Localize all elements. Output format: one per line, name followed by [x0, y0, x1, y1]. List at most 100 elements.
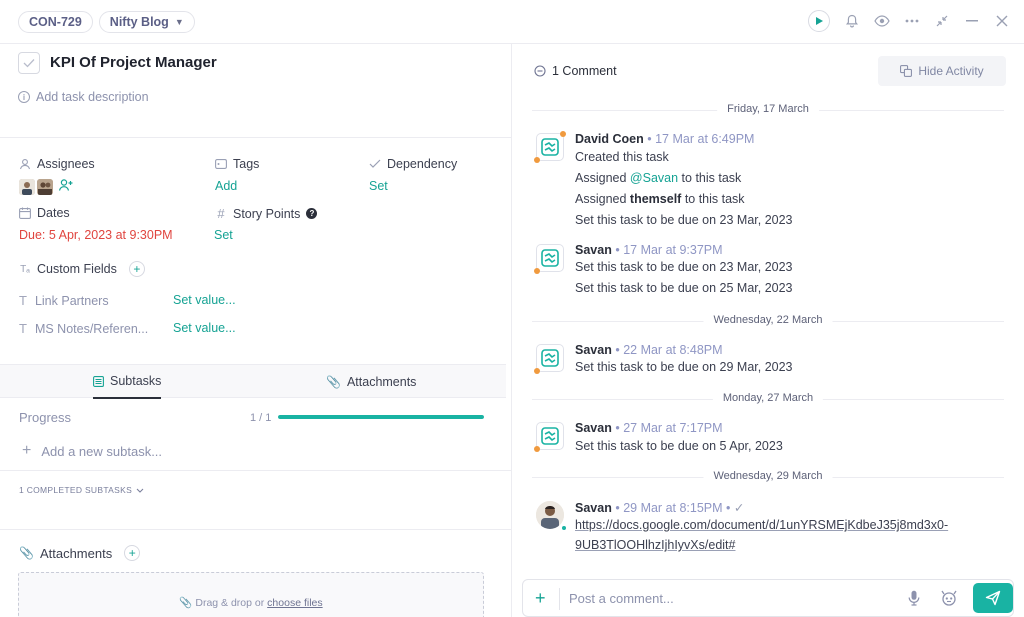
play-timer-button[interactable]	[808, 10, 830, 32]
date-separator: Friday, 17 March	[532, 103, 1004, 117]
completed-subtasks-toggle[interactable]: 1 COMPLETED SUBTASKS	[19, 485, 144, 495]
set-story-points-button[interactable]: Set	[214, 228, 233, 242]
progress-bar	[278, 415, 484, 419]
nifty-logo-icon	[541, 249, 559, 267]
task-title[interactable]: KPI Of Project Manager	[50, 54, 217, 71]
nifty-bot-avatar	[534, 422, 564, 452]
paperclip-icon: 📎	[179, 597, 193, 609]
tags-label: Tags	[215, 157, 259, 171]
add-tag-button[interactable]: Add	[215, 179, 237, 193]
mention-link[interactable]: @Savan	[630, 171, 678, 185]
activity-line: Created this task	[575, 150, 669, 164]
text-type-icon: T	[19, 321, 27, 336]
bell-icon[interactable]	[844, 13, 860, 29]
chevron-down-icon	[136, 488, 144, 493]
activity-line: Set this task to be due on 5 Apr, 2023	[575, 439, 783, 453]
add-attachment-plus-icon[interactable]: +	[535, 588, 546, 608]
activity-line: Set this task to be due on 23 Mar, 2023	[575, 260, 793, 274]
detail-tabs: Subtasks 📎 Attachments	[0, 364, 506, 399]
attachment-dropzone[interactable]: 📎 Drag & drop or choose files	[18, 572, 484, 617]
task-complete-checkbox[interactable]	[18, 52, 40, 74]
assignees-label: Assignees	[19, 157, 95, 171]
story-points-label: # Story Points ?	[215, 206, 318, 221]
chevron-down-icon: ▼	[174, 16, 184, 27]
comment-header: Savan • 29 Mar at 8:15PM • ✓	[575, 501, 745, 515]
avatar[interactable]	[536, 501, 564, 529]
dependency-label: Dependency	[369, 157, 457, 171]
comment-link[interactable]: https://docs.google.com/document/d/1unYR…	[575, 518, 948, 532]
progress-count: 1 / 1	[250, 412, 272, 424]
choose-files-link[interactable]: choose files	[267, 597, 322, 609]
custom-fields-label: Tₐ Custom Fields +	[19, 261, 145, 277]
send-button[interactable]	[973, 583, 1013, 613]
hide-activity-button[interactable]: Hide Activity	[878, 56, 1006, 86]
top-bar: CON-729 Nifty Blog ▼	[0, 0, 1024, 44]
add-custom-field-button[interactable]: +	[128, 261, 145, 277]
activity-header: Savan • 22 Mar at 8:48PM	[575, 343, 723, 357]
read-check-icon: ✓	[733, 501, 745, 515]
more-options-icon[interactable]	[904, 13, 920, 29]
microphone-icon[interactable]	[908, 590, 920, 609]
attachments-section-title: 📎 Attachments +	[19, 545, 141, 561]
text-type-icon: T	[19, 293, 27, 308]
nifty-bot-avatar	[534, 244, 564, 274]
eye-icon[interactable]	[874, 13, 890, 29]
add-description-button[interactable]: i Add task description	[18, 90, 149, 104]
custom-field-ms-notes: T MS Notes/Referen...	[19, 321, 149, 336]
add-subtask-input[interactable]: + Add a new subtask...	[22, 442, 162, 460]
calendar-icon	[19, 207, 31, 219]
activity-line: Set this task to be due on 23 Mar, 2023	[575, 213, 793, 227]
help-icon[interactable]: ?	[306, 208, 318, 219]
tag-icon	[215, 159, 227, 169]
comment-composer: + Post a comment...	[522, 579, 1014, 617]
collapse-icon[interactable]	[934, 13, 950, 29]
nifty-bot-avatar	[534, 131, 566, 163]
minimize-icon[interactable]	[964, 13, 980, 29]
divider	[0, 470, 511, 471]
date-separator: Wednesday, 29 March	[532, 470, 1004, 484]
due-date[interactable]: Due: 5 Apr, 2023 at 9:30PM	[19, 228, 173, 242]
activity-header: Savan • 17 Mar at 9:37PM	[575, 243, 723, 257]
add-assignee-icon[interactable]	[58, 178, 74, 195]
activity-line: Set this task to be due on 29 Mar, 2023	[575, 360, 793, 374]
close-icon[interactable]	[994, 13, 1010, 29]
comment-input[interactable]: Post a comment...	[569, 591, 674, 606]
user-icon	[19, 159, 31, 170]
info-icon: i	[18, 91, 30, 103]
assignee-avatars[interactable]	[19, 178, 74, 195]
divider	[0, 137, 511, 138]
comment-link[interactable]: 9UB3TlOOHlhzIjhIyvXs/edit#	[575, 538, 735, 552]
divider	[0, 529, 511, 530]
activity-panel: 1 Comment Hide Activity Friday, 17 March…	[512, 44, 1024, 617]
task-id-badge[interactable]: CON-729	[18, 10, 93, 33]
bot-icon[interactable]	[940, 589, 958, 610]
tab-attachments[interactable]: 📎 Attachments	[326, 365, 416, 399]
dates-label: Dates	[19, 206, 70, 220]
custom-field-link-partners: T Link Partners	[19, 293, 109, 308]
comment-icon	[534, 65, 546, 77]
hash-icon: #	[217, 206, 225, 221]
window-controls	[808, 10, 1010, 32]
assignee-avatar[interactable]	[37, 178, 53, 195]
tab-subtasks[interactable]: Subtasks	[93, 365, 162, 399]
list-icon	[93, 375, 104, 387]
paperclip-icon: 📎	[326, 375, 341, 389]
activity-line: Assigned @Savan to this task	[575, 171, 742, 185]
online-status-dot	[561, 525, 567, 531]
date-separator: Wednesday, 22 March	[532, 314, 1004, 328]
activity-header: Savan • 27 Mar at 7:17PM	[575, 421, 723, 435]
set-value-ms-notes[interactable]: Set value...	[173, 321, 236, 335]
assignee-avatar[interactable]	[19, 178, 35, 195]
activity-header: David Coen • 17 Mar at 6:49PM	[575, 132, 755, 146]
project-selector[interactable]: Nifty Blog ▼	[98, 10, 195, 33]
nifty-logo-icon	[541, 138, 559, 156]
nifty-logo-icon	[541, 427, 559, 445]
activity-line: Assigned themself to this task	[575, 192, 745, 206]
nifty-logo-icon	[541, 349, 559, 367]
set-value-link-partners[interactable]: Set value...	[173, 293, 236, 307]
add-attachment-button[interactable]: +	[124, 545, 141, 561]
progress-label: Progress	[19, 410, 72, 425]
set-dependency-button[interactable]: Set	[369, 179, 388, 193]
nifty-bot-avatar	[534, 344, 564, 374]
task-details-panel: KPI Of Project Manager i Add task descri…	[0, 44, 512, 617]
